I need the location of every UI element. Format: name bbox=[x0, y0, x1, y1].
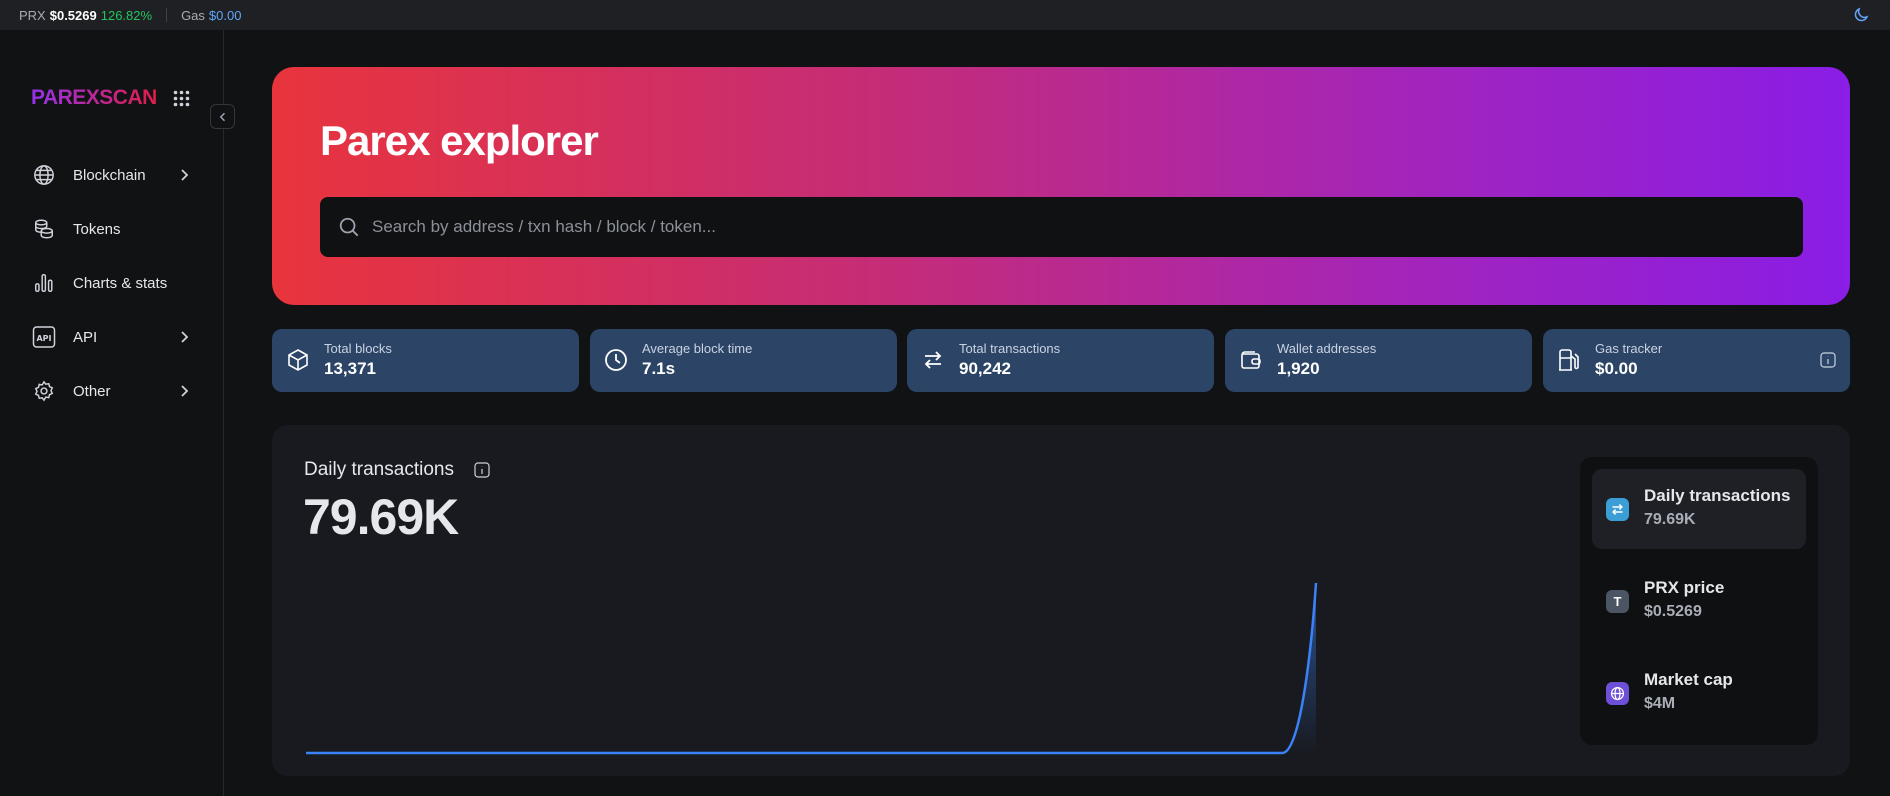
series-line bbox=[306, 582, 1318, 755]
stat-card-wallet-addresses: Wallet addresses 1,920 bbox=[1225, 329, 1532, 392]
info-icon[interactable] bbox=[474, 462, 490, 478]
chart-title: Daily transactions bbox=[304, 459, 454, 480]
chevron-left-icon bbox=[219, 112, 225, 121]
svg-text:API: API bbox=[36, 334, 51, 343]
chevron-right-icon bbox=[181, 331, 189, 343]
moon-icon[interactable] bbox=[1852, 6, 1870, 24]
globe-icon bbox=[32, 163, 56, 187]
api-icon: API bbox=[32, 325, 56, 349]
stat-label: Gas tracker bbox=[1595, 341, 1663, 356]
hero-banner: Parex explorer bbox=[272, 67, 1850, 305]
sidebar-item-api[interactable]: API API bbox=[32, 322, 192, 352]
token-price: $0.5269 bbox=[49, 7, 97, 23]
token-t-icon: T bbox=[1606, 590, 1629, 613]
stat-card-gas-tracker: Gas tracker $0.00 bbox=[1543, 329, 1850, 392]
coins-icon bbox=[32, 217, 56, 241]
stat-value: 90,242 bbox=[959, 359, 1011, 378]
gear-icon bbox=[32, 379, 56, 403]
token-change: 126.82% bbox=[100, 7, 153, 23]
option-title: Daily transactions bbox=[1644, 486, 1791, 505]
daily-transactions-chart bbox=[306, 582, 1318, 755]
top-bar: PRX $0.5269 126.82% Gas $0.00 bbox=[0, 0, 1890, 30]
search-input[interactable] bbox=[372, 217, 1803, 237]
option-title: PRX price bbox=[1644, 578, 1725, 597]
chevron-right-icon bbox=[181, 385, 189, 397]
stat-label: Average block time bbox=[642, 341, 753, 356]
gas-value: $0.00 bbox=[208, 7, 242, 23]
apps-grid-icon[interactable] bbox=[173, 90, 190, 107]
sidebar-item-other[interactable]: Other bbox=[32, 376, 192, 406]
sidebar-item-blockchain[interactable]: Blockchain bbox=[32, 160, 192, 190]
stat-label: Total transactions bbox=[959, 341, 1061, 356]
daily-transactions-panel: Daily transactions 79.69K Daily transact… bbox=[272, 425, 1850, 776]
stat-value: 1,920 bbox=[1277, 359, 1320, 378]
search-bar[interactable] bbox=[320, 197, 1803, 257]
fuel-icon bbox=[1559, 349, 1579, 371]
sidebar-item-charts-stats[interactable]: Charts & stats bbox=[32, 268, 192, 298]
stat-card-average-block-time: Average block time 7.1s bbox=[590, 329, 897, 392]
search-icon bbox=[339, 217, 359, 237]
transfer-icon bbox=[924, 351, 942, 369]
option-value: $4M bbox=[1644, 695, 1676, 712]
sidebar: PAREXSCAN Blockchain Tokens Charts & sta… bbox=[0, 30, 224, 796]
stat-value: $0.00 bbox=[1595, 359, 1638, 378]
cube-icon bbox=[288, 349, 308, 371]
sidebar-item-label: Other bbox=[73, 382, 111, 400]
chart-selector: Daily transactions 79.69K T PRX price $0… bbox=[1580, 457, 1818, 745]
info-icon[interactable] bbox=[1820, 352, 1836, 368]
stat-value: 7.1s bbox=[642, 359, 676, 378]
stat-value: 13,371 bbox=[324, 359, 376, 378]
sidebar-item-label: API bbox=[73, 328, 98, 346]
sidebar-item-label: Tokens bbox=[73, 220, 121, 238]
stat-label: Wallet addresses bbox=[1277, 341, 1377, 356]
chart-option-market-cap[interactable]: Market cap $4M bbox=[1592, 653, 1806, 733]
sidebar-collapse-button[interactable] bbox=[210, 104, 235, 129]
chart-headline-value: 79.69K bbox=[303, 489, 459, 545]
stat-label: Total blocks bbox=[324, 341, 392, 356]
token-symbol: PRX bbox=[19, 7, 46, 23]
bar-chart-icon bbox=[32, 271, 56, 295]
wallet-icon bbox=[1241, 351, 1261, 369]
series-area bbox=[306, 583, 1316, 753]
chevron-right-icon bbox=[181, 169, 189, 181]
option-value: $0.5269 bbox=[1644, 603, 1702, 620]
chart-option-daily-transactions[interactable]: Daily transactions 79.69K bbox=[1592, 469, 1806, 549]
stat-card-total-transactions: Total transactions 90,242 bbox=[907, 329, 1214, 392]
chart-option-prx-price[interactable]: T PRX price $0.5269 bbox=[1592, 561, 1806, 641]
clock-icon bbox=[605, 349, 627, 371]
option-value: 79.69K bbox=[1644, 511, 1696, 528]
globe-icon bbox=[1606, 682, 1629, 705]
gas-label: Gas bbox=[181, 7, 205, 23]
sidebar-item-tokens[interactable]: Tokens bbox=[32, 214, 192, 244]
stat-card-total-blocks: Total blocks 13,371 bbox=[272, 329, 579, 392]
divider bbox=[166, 8, 168, 22]
page-title: Parex explorer bbox=[320, 117, 599, 164]
sidebar-item-label: Blockchain bbox=[73, 166, 146, 184]
option-title: Market cap bbox=[1644, 670, 1733, 689]
sidebar-item-label: Charts & stats bbox=[73, 274, 168, 292]
transfer-icon bbox=[1606, 498, 1629, 521]
logo[interactable]: PAREXSCAN bbox=[31, 86, 157, 110]
